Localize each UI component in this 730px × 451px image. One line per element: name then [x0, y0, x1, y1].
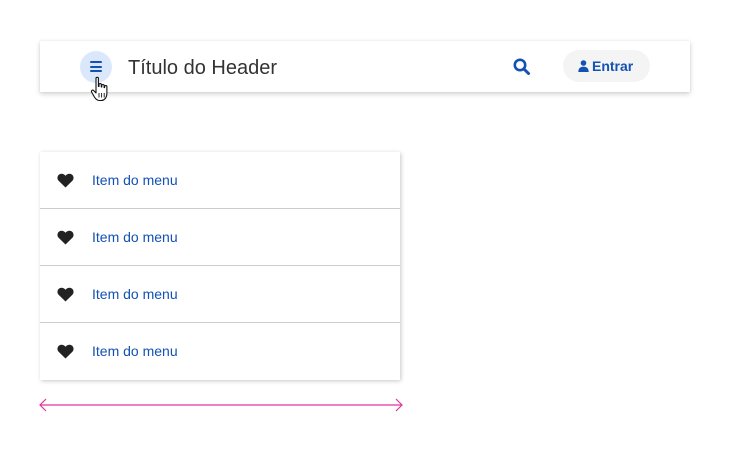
user-icon: [578, 60, 589, 72]
page-title: Título do Header: [128, 57, 277, 79]
menu-item[interactable]: Item do menu: [40, 323, 400, 380]
hand-cursor-icon: [90, 76, 108, 102]
menu-item[interactable]: Item do menu: [40, 152, 400, 209]
menu-item-label: Item do menu: [92, 229, 178, 245]
heart-icon: [57, 173, 74, 188]
hamburger-menu-icon: [90, 61, 102, 72]
login-label: Entrar: [592, 58, 634, 74]
menu-item-label: Item do menu: [92, 343, 178, 359]
heart-icon: [57, 230, 74, 245]
canvas: Título do Header Entrar Item do menu Ite…: [0, 0, 730, 451]
menu-item-label: Item do menu: [92, 286, 178, 302]
menu-item[interactable]: Item do menu: [40, 209, 400, 266]
login-button[interactable]: Entrar: [563, 50, 650, 82]
heart-icon: [57, 287, 74, 302]
menu-item[interactable]: Item do menu: [40, 266, 400, 323]
width-indicator-arrow: [39, 398, 403, 412]
heart-icon: [57, 344, 74, 359]
side-menu: Item do menu Item do menu Item do menu I…: [40, 152, 400, 380]
menu-item-label: Item do menu: [92, 172, 178, 188]
search-icon[interactable]: [512, 57, 532, 77]
header: Título do Header Entrar: [40, 41, 690, 102]
